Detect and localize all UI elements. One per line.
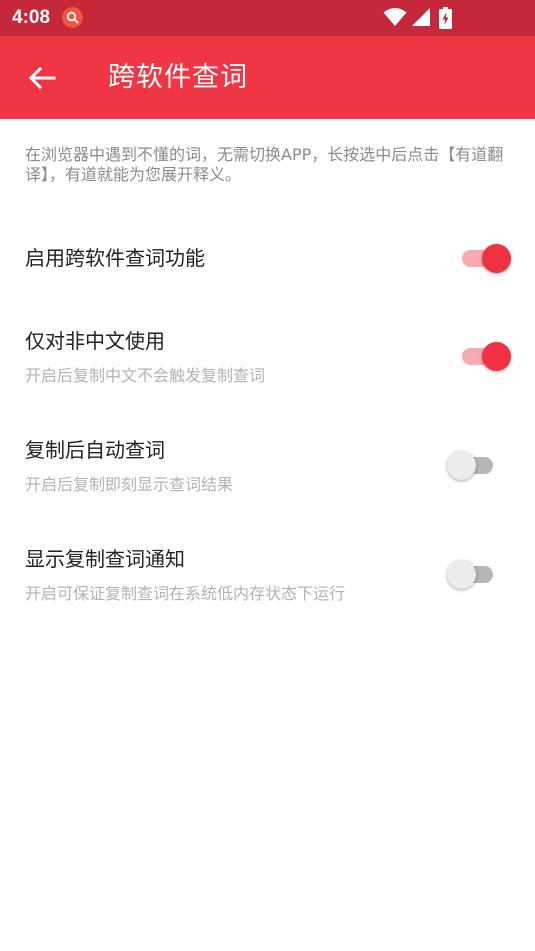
setting-row-show-copy-lookup-notification[interactable]: 显示复制查词通知 开启可保证复制查词在系统低内存状态下运行: [0, 543, 535, 608]
setting-subtitle: 开启可保证复制查词在系统低内存状态下运行: [25, 584, 346, 603]
wifi-icon: [383, 8, 407, 26]
setting-row-non-chinese-only[interactable]: 仅对非中文使用 开启后复制中文不会触发复制查词: [0, 325, 535, 390]
toggle-thumb: [447, 451, 476, 480]
app-bar: 跨软件查词: [0, 36, 535, 119]
setting-subtitle: 开启后复制中文不会触发复制查词: [25, 366, 266, 385]
auto-lookup-after-copy-toggle[interactable]: [447, 448, 503, 482]
feature-description: 在浏览器中遇到不懂的词，无需切换APP，长按选中后点击【有道翻译】，有道就能为您…: [25, 145, 504, 184]
status-time: 4:08: [12, 7, 51, 28]
search-notification-icon: [62, 7, 83, 28]
non-chinese-only-toggle[interactable]: [458, 339, 514, 373]
arrow-back-icon: [28, 66, 56, 90]
status-bar: 4:08: [0, 0, 535, 36]
setting-title: 启用跨软件查词功能: [25, 246, 205, 270]
battery-charging-icon: [439, 7, 452, 29]
setting-title: 复制后自动查词: [25, 438, 165, 462]
setting-row-enable-cross-app-lookup[interactable]: 启用跨软件查词功能: [0, 236, 535, 284]
enable-cross-app-lookup-toggle[interactable]: [458, 241, 514, 275]
setting-title: 显示复制查词通知: [25, 547, 185, 571]
toggle-thumb: [482, 244, 511, 273]
toggle-thumb: [482, 342, 511, 371]
toggle-thumb: [447, 560, 476, 589]
back-button[interactable]: [20, 56, 64, 100]
show-copy-lookup-notification-toggle[interactable]: [447, 557, 503, 591]
setting-row-auto-lookup-after-copy[interactable]: 复制后自动查词 开启后复制即刻显示查词结果: [0, 434, 535, 499]
setting-subtitle: 开启后复制即刻显示查词结果: [25, 475, 234, 494]
setting-title: 仅对非中文使用: [25, 329, 165, 353]
cell-signal-icon: [412, 8, 430, 26]
page-title: 跨软件查词: [108, 62, 248, 93]
